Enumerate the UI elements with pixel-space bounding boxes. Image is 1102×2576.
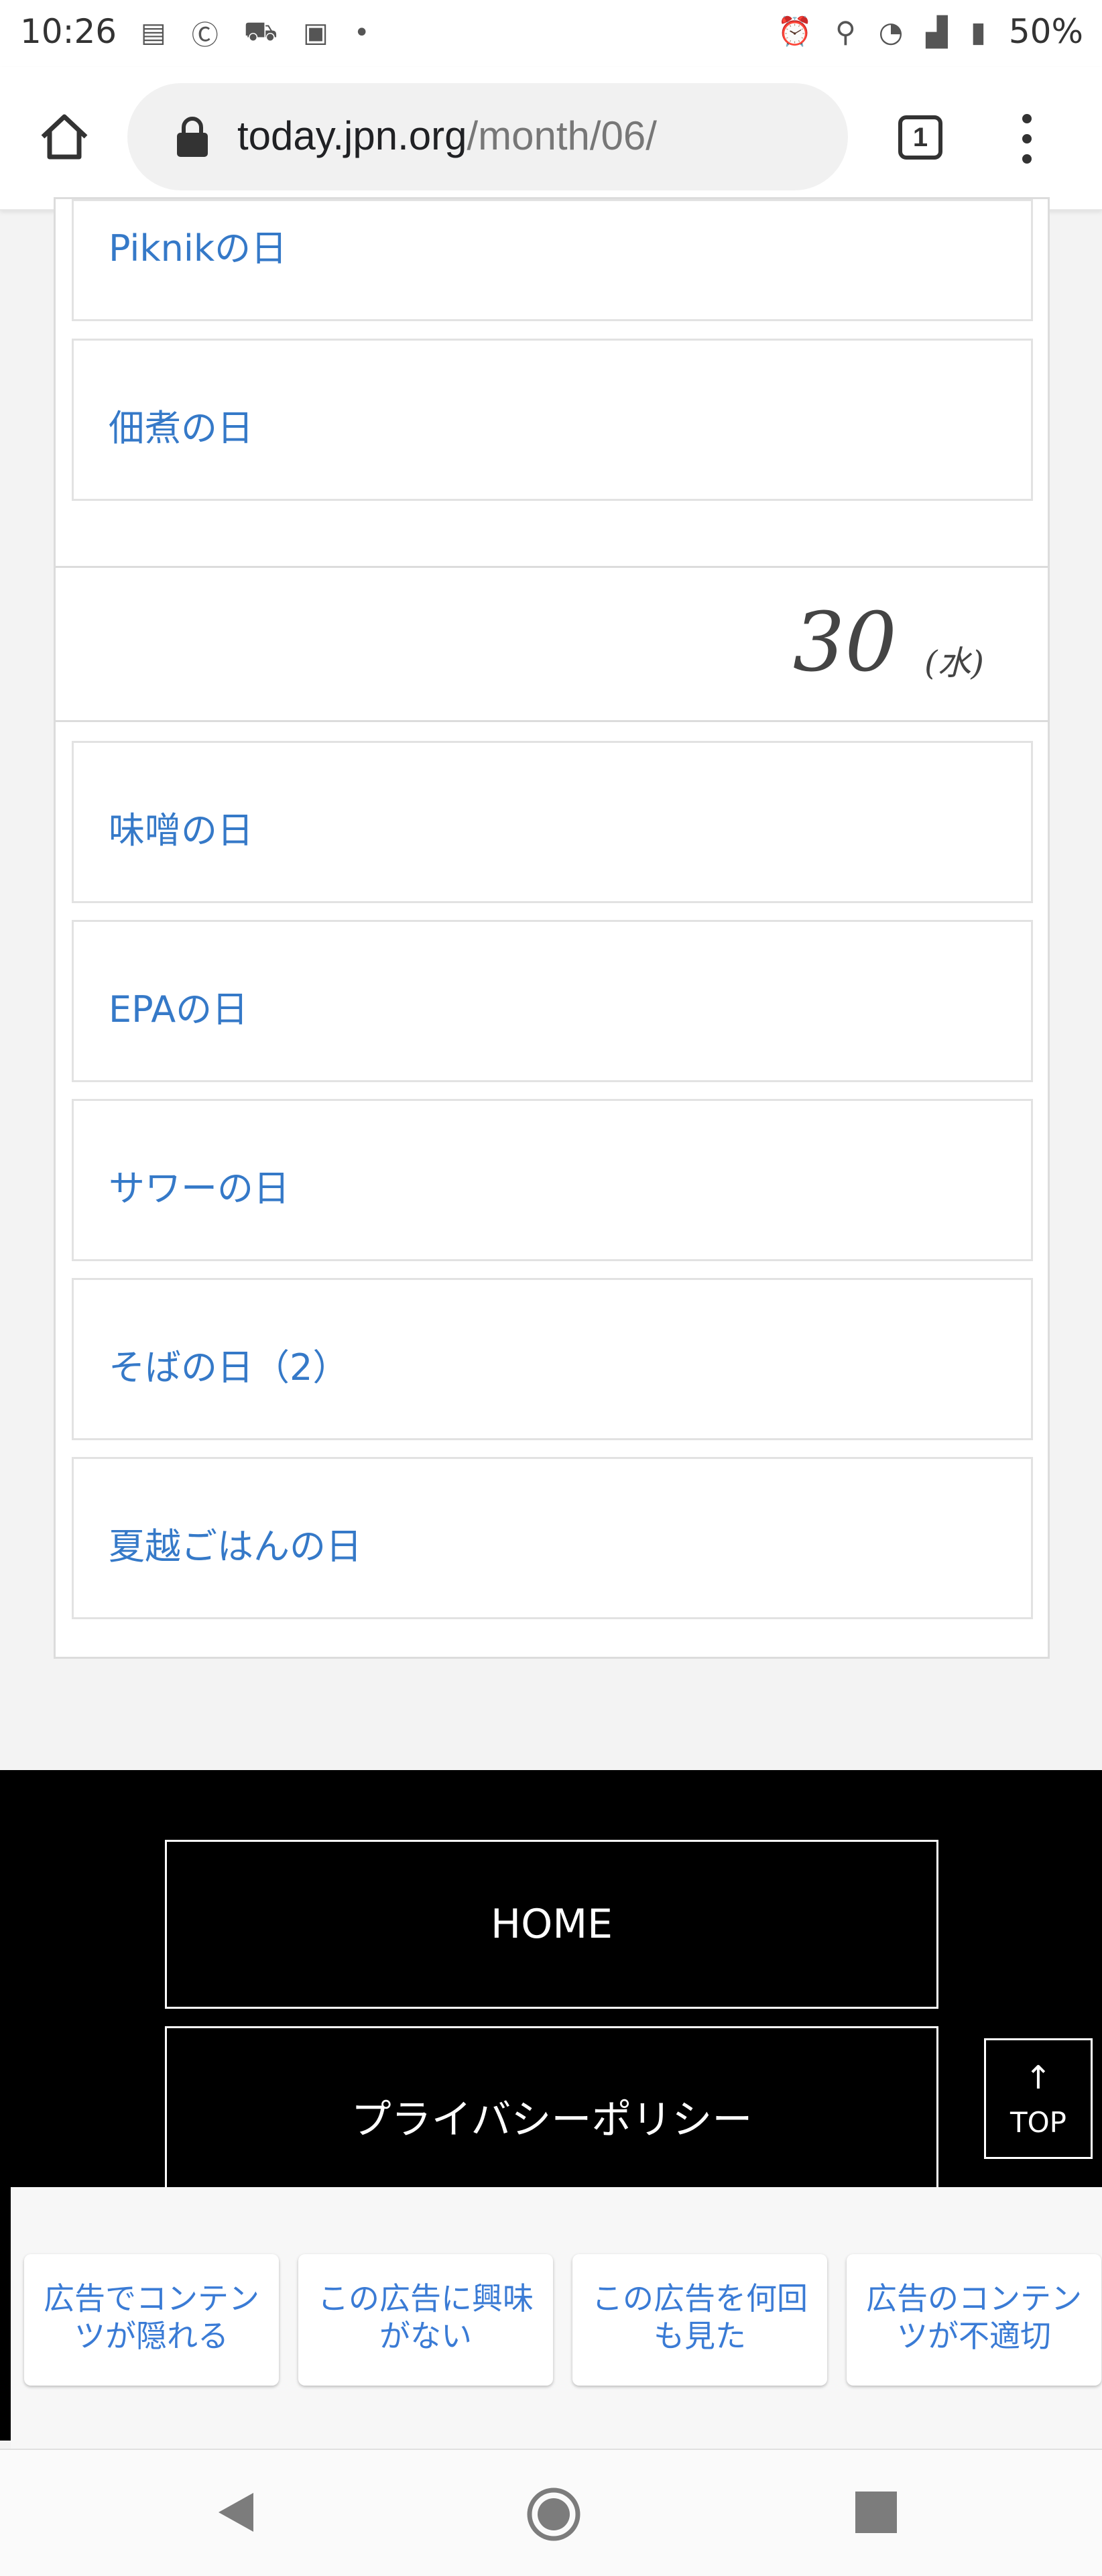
url-path: /month/06/ [467, 113, 657, 158]
list-item[interactable]: Piknikの日 [72, 199, 1033, 321]
privacy-policy-label: プライバシーポリシー [351, 2097, 753, 2144]
ad-feedback-option[interactable]: 広告でコンテンツが隠れる [24, 2254, 279, 2386]
location-icon: ⚲ [835, 15, 856, 48]
ad-feedback-label: 広告でコンテンツが隠れる [44, 2280, 259, 2354]
battery-percent: 50% [1008, 12, 1083, 51]
system-nav-bar [0, 2449, 1102, 2576]
recent-apps-icon[interactable] [855, 2492, 897, 2533]
up-arrow-icon: ↑ [1024, 2059, 1052, 2097]
home-link-label: HOME [490, 1901, 613, 1948]
home-link-button[interactable]: HOME [165, 1840, 938, 2009]
list-item[interactable]: 佃煮の日 [72, 339, 1033, 501]
item-link[interactable]: 佃煮の日 [109, 398, 253, 451]
newspaper-icon: ▤ [141, 17, 166, 48]
item-link[interactable]: 夏越ごはんの日 [109, 1517, 362, 1570]
day-number: 30 [792, 595, 897, 690]
dot-icon: • [353, 17, 370, 48]
lock-icon [177, 117, 208, 157]
signal-icon: ▟ [926, 15, 948, 48]
item-link[interactable]: サワーの日 [109, 1159, 290, 1212]
back-icon[interactable] [213, 2489, 260, 2536]
home-icon[interactable] [38, 110, 91, 164]
home-nav-icon[interactable] [526, 2486, 582, 2542]
tab-count-button[interactable]: 1 [898, 115, 942, 160]
privacy-policy-button[interactable]: プライバシーポリシー [165, 2026, 938, 2195]
day-header: 30 (水) [56, 568, 1048, 722]
ad-feedback-panel: 広告でコンテンツが隠れる この広告に興味がない この広告を何回も見た 広告のコン… [11, 2187, 1102, 2449]
notification-icons: ▤ Ⓒ ⛟ ▣ • [141, 13, 370, 52]
list-item[interactable]: そばの日（2） [72, 1278, 1033, 1440]
top-label: TOP [1009, 2106, 1067, 2139]
ad-feedback-option[interactable]: 広告のコンテンツが不適切 [847, 2254, 1101, 2386]
ad-feedback-label: この広告を何回も見た [592, 2280, 808, 2354]
day-section-30: 30 (水) 味噌の日 EPAの日 サワーの日 そばの日（2） 夏越ごはんの日 [54, 566, 1050, 1659]
overflow-menu-icon[interactable] [1012, 110, 1042, 170]
alarm-icon: ⏰ [777, 15, 812, 48]
list-item[interactable]: 夏越ごはんの日 [72, 1457, 1033, 1619]
item-link[interactable]: Piknikの日 [109, 219, 287, 272]
ad-feedback-label: 広告のコンテンツが不適切 [866, 2280, 1082, 2354]
status-time: 10:26 [20, 12, 117, 51]
battery-icon: ▮ [970, 15, 986, 48]
list-item[interactable]: EPAの日 [72, 920, 1033, 1082]
wifi-icon: ◔ [878, 15, 904, 48]
day-weekday: (水) [924, 644, 984, 683]
url-text[interactable]: today.jpn.org/month/06/ [237, 113, 657, 159]
browser-toolbar: today.jpn.org/month/06/ 1 [0, 67, 1102, 211]
status-bar: 10:26 ▤ Ⓒ ⛟ ▣ • ⏰ ⚲ ◔ ▟ ▮ 50% [0, 0, 1102, 67]
list-item[interactable]: 味噌の日 [72, 741, 1033, 903]
url-host: today.jpn.org [237, 113, 467, 158]
system-icons: ⏰ ⚲ ◔ ▟ ▮ 50% [778, 12, 1083, 51]
main-content: Piknikの日 佃煮の日 30 (水) 味噌の日 EPAの日 サワーの日 そば… [0, 197, 1102, 1773]
item-link[interactable]: 味噌の日 [109, 801, 253, 854]
ad-feedback-label: この広告に興味がない [318, 2280, 534, 2354]
ad-feedback-option[interactable]: この広告に興味がない [298, 2254, 553, 2386]
back-to-top-button[interactable]: ↑ TOP [984, 2038, 1093, 2159]
address-bar[interactable]: today.jpn.org/month/06/ [127, 83, 848, 190]
cart-icon: ⛟ [243, 15, 278, 47]
d-icon: ▣ [303, 17, 328, 48]
item-link[interactable]: EPAの日 [109, 980, 248, 1033]
item-link[interactable]: そばの日（2） [109, 1338, 349, 1391]
c-badge-icon: Ⓒ [191, 20, 219, 51]
list-item[interactable]: サワーの日 [72, 1099, 1033, 1261]
ad-feedback-option[interactable]: この広告を何回も見た [572, 2254, 827, 2386]
